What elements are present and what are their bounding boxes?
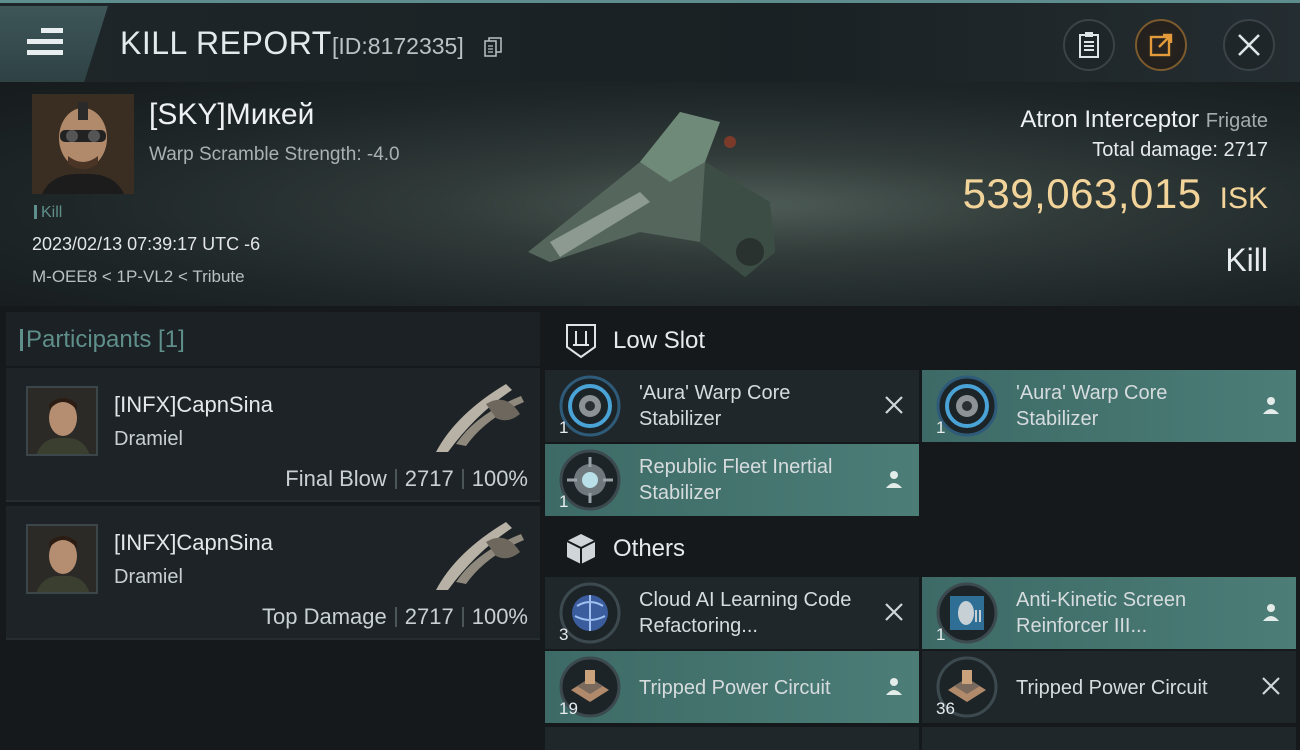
module-quantity: 1 [936,418,946,437]
participant-name: [INFX]CapnSina [114,392,273,417]
module-quantity: 36 [936,699,955,718]
isk-value: 539,063,015 ISK [963,170,1268,218]
participants-header: Participants [1] [6,312,540,366]
module-item[interactable]: 1 Republic Fleet Inertial Stabilizer [545,444,919,516]
report-button[interactable] [1063,19,1115,71]
destroyed-icon [1262,677,1280,695]
dropped-icon [886,678,902,695]
isk-unit: ISK [1219,182,1268,215]
share-button[interactable] [1135,19,1187,71]
participant-ship: Dramiel [114,566,183,588]
module-name: Tripped Power Circuit [1016,677,1208,699]
kill-datetime: 2023/02/13 07:39:17 UTC -6 [32,234,261,254]
ship-class: Frigate [1205,110,1268,132]
module-item[interactable]: 1 'Aura' Warp Core Stabilizer [922,370,1296,442]
participant-name: [INFX]CapnSina [114,530,273,555]
victim-banner: [SKY]Микей Warp Scramble Strength: -4.0 … [0,82,1300,306]
participant-ship-image [436,522,524,590]
warp-scramble-strength: Warp Scramble Strength: -4.0 [149,144,400,165]
participant-role: Final Blow [285,466,387,491]
victim-ship-image[interactable] [520,102,790,282]
module-item-partial[interactable] [922,727,1296,750]
module-quantity: 1 [936,625,946,644]
victim-ship-type[interactable]: Atron Interceptor Frigate [1020,106,1268,134]
share-icon [1149,33,1173,57]
participant-stats: Final Blow 2717 100% [285,466,528,492]
total-damage: Total damage: 2717 [1092,139,1268,162]
total-damage-label: Total damage: [1092,139,1218,161]
participant-stats: Top Damage 2717 100% [262,604,528,630]
participants-title: Participants [1] [20,326,185,353]
clipboard-icon [1079,32,1099,58]
hamburger-icon [27,28,63,61]
participant-damage: 2717 [404,466,454,491]
module-item[interactable]: 1 Anti-Kinetic Screen Reinforcer III... [922,577,1296,649]
participant-percent: 100% [471,604,528,629]
module-item[interactable]: 3 Cloud AI Learning Code Refactoring... [545,577,919,649]
participant-ship: Dramiel [114,428,183,450]
cargo-box-icon [566,534,596,564]
low-slot-icon [566,324,596,359]
kill-id: [ID:8172335] [332,33,464,59]
module-name: Anti-Kinetic Screen Reinforcer III... [1016,589,1187,637]
others-title: Others [613,535,686,562]
module-name: Republic Fleet Inertial Stabilizer [639,456,833,504]
menu-button[interactable] [0,6,108,82]
module-item[interactable]: 19 Tripped Power Circuit [545,651,919,723]
module-quantity: 3 [559,625,569,644]
module-name: 'Aura' Warp Core Stabilizer [1016,382,1168,430]
participant-role: Top Damage [262,604,387,629]
victim-avatar[interactable] [32,94,134,194]
module-name: Cloud AI Learning Code Refactoring... [639,589,852,637]
destroyed-icon [885,603,903,621]
participant-ship-image [436,384,524,452]
others-header: Others [545,516,1300,582]
destroyed-icon [885,396,903,414]
module-item[interactable]: 36 Tripped Power Circuit [922,651,1296,723]
low-slot-title: Low Slot [613,327,706,354]
page-title: KILL REPORT [120,25,332,61]
victim-name[interactable]: [SKY]Микей [149,98,314,132]
participant-row[interactable]: [INFX]CapnSina Dramiel Top Damage 2717 100… [6,506,540,640]
kill-tag: Kill [34,204,62,222]
participant-avatar [26,524,98,594]
module-quantity: 19 [559,699,578,718]
close-icon [1238,34,1260,56]
total-damage-value: 2717 [1223,139,1269,161]
participant-row[interactable]: [INFX]CapnSina Dramiel Final Blow 2717 100… [6,368,540,502]
dropped-icon [1263,604,1279,621]
module-name: Tripped Power Circuit [639,677,831,699]
kill-result: Kill [1225,242,1268,278]
module-quantity: 1 [559,492,569,511]
kill-location[interactable]: M-OEE8 < 1P-VL2 < Tribute [32,267,245,287]
participant-damage: 2717 [404,604,454,629]
copy-icon[interactable] [484,37,502,57]
close-button[interactable] [1223,19,1275,71]
module-item-partial[interactable] [545,727,919,750]
dropped-icon [886,471,902,488]
ship-name: Atron Interceptor [1020,106,1200,133]
dropped-icon [1263,397,1279,414]
participant-percent: 100% [471,466,528,491]
module-name: 'Aura' Warp Core Stabilizer [639,382,791,430]
top-bar: KILL REPORT [ID:8172335] [0,0,1300,82]
low-slot-header: Low Slot [545,308,1300,374]
participant-avatar [26,386,98,456]
isk-amount: 539,063,015 [962,170,1202,217]
module-quantity: 1 [559,418,569,437]
module-item[interactable]: 1 'Aura' Warp Core Stabilizer [545,370,919,442]
